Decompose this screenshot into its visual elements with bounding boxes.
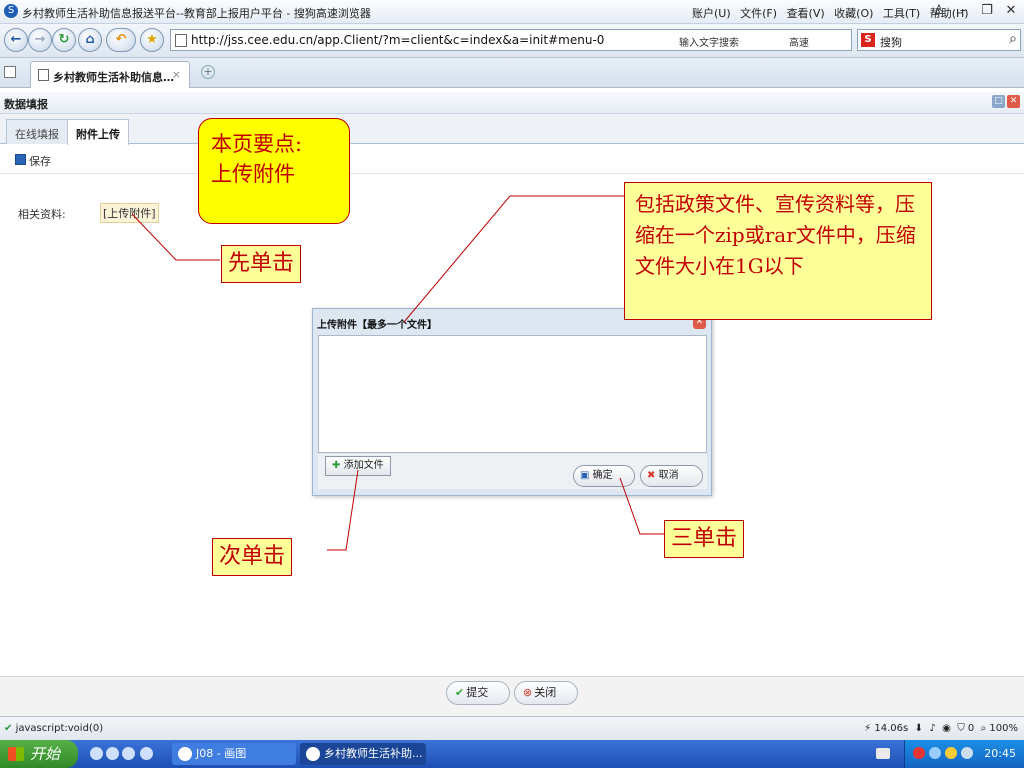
- speed-mode-button[interactable]: 高速: [789, 34, 809, 49]
- form-tabs: 在线填报 附件上传: [0, 114, 1024, 145]
- cancel-button[interactable]: ✖ 取消: [640, 465, 703, 487]
- sogou-browser-icon: [306, 747, 320, 761]
- block-count: 0: [967, 723, 975, 734]
- address-bar[interactable]: http://jss.cee.edu.cn/app.Client/?m=clie…: [170, 29, 852, 51]
- taskbar: 开始 J08 - 画图 乡村教师生活补助... 20:45: [0, 740, 1024, 768]
- done-icon: ✔: [4, 723, 13, 734]
- search-engine-label: 搜狗: [880, 36, 902, 49]
- sidebar-toggle-icon[interactable]: [4, 66, 16, 78]
- close-tab-icon[interactable]: ×: [172, 68, 181, 81]
- step3-callout: 三单击: [664, 520, 745, 558]
- shield-icon[interactable]: ⛉: [957, 723, 965, 734]
- refresh-icon[interactable]: ↻: [52, 28, 76, 52]
- title-bar: S 乡村教师生活补助信息报送平台--教育部上报用户平台 - 搜狗高速浏览器 账户…: [0, 0, 1024, 24]
- new-tab-icon[interactable]: +: [201, 65, 215, 79]
- minimize-button[interactable]: –: [954, 2, 972, 20]
- upload-dialog: 上传附件【最多一个文件】 ✕ ✚ 添加文件 ▣ 确定 ✖ 取消: [312, 308, 712, 496]
- navigation-toolbar: ← → ↻ ⌂ ↶ ★ http://jss.cee.edu.cn/app.Cl…: [0, 24, 1024, 58]
- status-bar: ✔ javascript:void(0) ⚡ 14.06s ⬇ ♪ ◉ ⛉ 0 …: [0, 716, 1024, 740]
- window-title: 乡村教师生活补助信息报送平台--教育部上报用户平台 - 搜狗高速浏览器: [22, 7, 371, 20]
- security-icon[interactable]: [913, 747, 925, 759]
- menu-favorites[interactable]: 收藏(O): [834, 7, 873, 20]
- close-window-button[interactable]: ✕: [1002, 2, 1020, 20]
- tab-strip: 乡村教师生活补助信息… × +: [0, 58, 1024, 88]
- close-page-button[interactable]: ⊗ 关闭: [514, 681, 578, 705]
- step2-callout: 次单击: [212, 538, 293, 576]
- tab-attachment-upload[interactable]: 附件上传: [67, 119, 129, 145]
- restore-button[interactable]: ❐: [978, 2, 996, 20]
- menu-tools[interactable]: 工具(T): [883, 7, 920, 20]
- network-icon[interactable]: [929, 747, 941, 759]
- quicklaunch-icon-1[interactable]: [90, 747, 103, 760]
- clock[interactable]: 20:45: [984, 747, 1016, 760]
- ie-icon[interactable]: [122, 747, 135, 760]
- tab-online-fill[interactable]: 在线填报: [6, 119, 68, 144]
- url-text[interactable]: http://jss.cee.edu.cn/app.Client/?m=clie…: [191, 33, 604, 47]
- menu-account[interactable]: 账户(U): [692, 7, 731, 20]
- download-icon[interactable]: ⬇: [915, 723, 923, 734]
- search-icon[interactable]: ⌕: [1009, 31, 1017, 47]
- eye-icon[interactable]: ◉: [942, 723, 951, 734]
- tray-icon[interactable]: [961, 747, 973, 759]
- start-button[interactable]: 开始: [0, 740, 78, 768]
- tab-title: 乡村教师生活补助信息…: [53, 71, 174, 84]
- status-tools: ⚡ 14.06s ⬇ ♪ ◉ ⛉ 0 ⌕ 100%: [864, 723, 1018, 734]
- page-icon: [38, 69, 49, 81]
- zoom-level[interactable]: 100%: [989, 723, 1018, 734]
- bottom-action-bar: [0, 676, 1024, 716]
- system-tray: 20:45: [904, 740, 1024, 768]
- close-circle-icon: ⊗: [523, 686, 533, 699]
- bubble-line1: 本页要点:: [211, 132, 303, 156]
- panel-maximize-icon[interactable]: □: [992, 95, 1005, 108]
- quicklaunch-icon-2[interactable]: [106, 747, 119, 760]
- panel-header: 数据填报 □ ✕: [0, 92, 1024, 114]
- panel-title: 数据填报: [4, 98, 48, 111]
- taskbar-item-browser[interactable]: 乡村教师生活补助...: [300, 743, 426, 765]
- quicklaunch-icon-4[interactable]: [140, 747, 153, 760]
- paint-icon: [178, 747, 192, 761]
- windows-flag-icon: [8, 747, 24, 761]
- forward-icon[interactable]: →: [28, 28, 52, 52]
- add-file-button[interactable]: ✚ 添加文件: [325, 456, 391, 476]
- taskbar-item-paint[interactable]: J08 - 画图: [172, 743, 296, 765]
- keyboard-icon[interactable]: [876, 748, 890, 759]
- menu-file[interactable]: 文件(F): [740, 7, 777, 20]
- bubble-line2: 上传附件: [211, 162, 295, 186]
- step1-callout: 先单击: [221, 245, 302, 283]
- cancel-x-icon: ✖: [647, 470, 656, 481]
- ok-button[interactable]: ▣ 确定: [573, 465, 635, 487]
- load-time: 14.06s: [874, 723, 909, 734]
- submit-button[interactable]: ✔ 提交: [446, 681, 510, 705]
- status-text: ✔ javascript:void(0): [4, 723, 104, 734]
- sogou-browser-icon: S: [4, 4, 18, 18]
- skin-icon[interactable]: ♙: [930, 2, 948, 20]
- materials-note-callout: 包括政策文件、宣传资料等，压缩在一个zip或rar文件中，压缩文件大小在1G以下: [624, 182, 932, 320]
- undo-close-icon[interactable]: ↶: [106, 28, 136, 52]
- save-icon[interactable]: [15, 154, 26, 165]
- dialog-title: 上传附件【最多一个文件】: [317, 320, 437, 331]
- search-box[interactable]: S 搜狗 ⌕: [857, 29, 1021, 51]
- menu-view[interactable]: 查看(V): [787, 7, 825, 20]
- home-icon[interactable]: ⌂: [78, 28, 102, 52]
- browser-tab[interactable]: 乡村教师生活补助信息… ×: [30, 61, 190, 88]
- sound-icon[interactable]: ♪: [929, 723, 935, 734]
- save-button[interactable]: 保存: [29, 153, 51, 169]
- panel-close-icon[interactable]: ✕: [1007, 95, 1020, 108]
- key-point-bubble: 本页要点: 上传附件: [198, 118, 350, 224]
- back-icon[interactable]: ←: [4, 28, 28, 52]
- zoom-icon[interactable]: ⌕: [981, 723, 987, 734]
- save-icon: ▣: [580, 470, 590, 481]
- upload-attachment-link[interactable]: [上传附件]: [100, 203, 159, 223]
- file-list: [318, 335, 707, 453]
- flash-icon[interactable]: ⚡: [864, 723, 871, 734]
- save-toolbar: 保存: [0, 144, 1024, 174]
- sogou-search-icon: S: [861, 33, 875, 47]
- favorites-star-icon[interactable]: ★: [140, 28, 164, 52]
- page-icon: [175, 34, 187, 47]
- check-icon: ✔: [455, 686, 465, 699]
- plus-icon: ✚: [332, 460, 341, 471]
- related-materials-label: 相关资料:: [18, 208, 66, 221]
- search-hint: 输入文字搜索: [679, 38, 739, 49]
- volume-icon[interactable]: [945, 747, 957, 759]
